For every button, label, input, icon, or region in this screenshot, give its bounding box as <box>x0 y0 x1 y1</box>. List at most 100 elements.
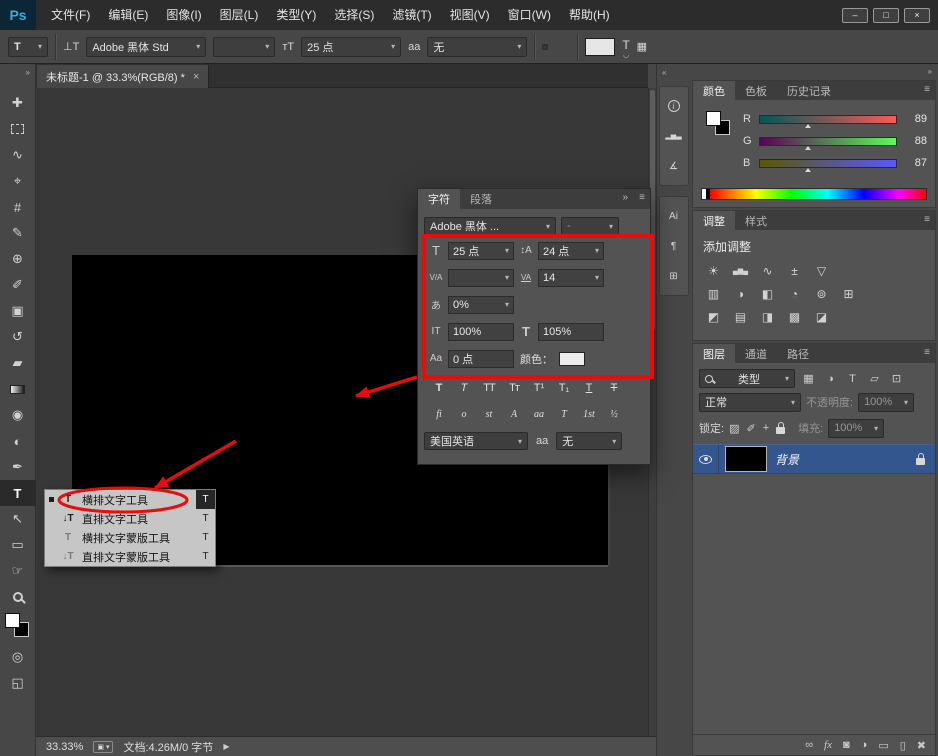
selective-color-button[interactable]: ◪ <box>813 308 830 325</box>
rectangular-marquee-tool[interactable] <box>0 116 36 142</box>
photo-filter-button[interactable]: ◔ <box>786 285 803 302</box>
spot-healing-brush-tool[interactable]: ⊕ <box>0 246 36 272</box>
panel-menu-icon[interactable]: ≡ <box>924 214 930 225</box>
ordinals-button[interactable]: 1st <box>577 404 601 424</box>
menu-item-horizontal-type-mask[interactable]: T 横排文字蒙版工具 T <box>45 528 215 547</box>
align-right-button[interactable] <box>564 44 570 50</box>
language-select[interactable]: 美国英语 ▾ <box>424 432 528 450</box>
red-slider[interactable] <box>759 115 897 124</box>
minimize-button[interactable]: – <box>842 8 868 23</box>
measurement-log-panel-button[interactable]: ∡ <box>669 151 678 181</box>
menu-filter[interactable]: 滤镜(T) <box>383 0 440 30</box>
layer-thumbnail[interactable] <box>725 446 767 472</box>
anti-alias-select[interactable]: 无 ▾ <box>427 37 527 57</box>
close-tab-icon[interactable]: × <box>193 71 199 83</box>
crop-tool[interactable]: # <box>0 194 36 220</box>
layer-name[interactable]: 背景 <box>775 451 799 468</box>
new-adjustment-layer-button[interactable]: ◑ <box>861 739 868 751</box>
histogram-panel-button[interactable]: ▂▅▃ <box>665 121 681 151</box>
layer-visibility-toggle[interactable] <box>693 445 719 473</box>
warp-text-icon[interactable]: T <box>622 38 629 56</box>
font-style-select[interactable]: ▾ <box>213 37 275 57</box>
tab-layers[interactable]: 图层 <box>693 344 735 363</box>
blend-mode-select[interactable]: 正常 ▾ <box>699 393 801 412</box>
rectangle-tool[interactable]: ▭ <box>0 532 36 558</box>
lock-pixels-button[interactable]: ✐ <box>746 422 755 435</box>
hand-tool[interactable]: ☞ <box>0 558 36 584</box>
menu-window[interactable]: 窗口(W) <box>499 0 560 30</box>
contextual-alternates-button[interactable]: o <box>452 404 476 424</box>
dock-collapse-chevron[interactable]: » <box>928 67 932 76</box>
titling-alternates-button[interactable]: T <box>552 404 576 424</box>
menu-layer[interactable]: 图层(L) <box>211 0 268 30</box>
tab-history[interactable]: 历史记录 <box>777 81 841 100</box>
paragraph-styles-panel-button[interactable]: ¶ <box>671 231 676 261</box>
toggle-panels-icon[interactable]: ▦ <box>637 40 647 53</box>
ligatures-button[interactable]: fi <box>427 404 451 424</box>
tab-paths[interactable]: 路径 <box>777 344 819 363</box>
green-value[interactable]: 88 <box>903 135 927 147</box>
stylistic-alternates-button[interactable]: aa <box>527 404 551 424</box>
tab-channels[interactable]: 通道 <box>735 344 777 363</box>
history-brush-tool[interactable]: ↺ <box>0 324 36 350</box>
screen-mode-button[interactable]: ◱ <box>0 670 36 696</box>
clone-source-panel-button[interactable]: ⊞ <box>669 261 677 291</box>
menu-help[interactable]: 帮助(H) <box>560 0 619 30</box>
leading-field[interactable]: 24 点 ▾ <box>538 242 604 260</box>
delete-layer-button[interactable]: ✖ <box>917 739 926 752</box>
discretionary-ligatures-button[interactable]: st <box>477 404 501 424</box>
menu-item-vertical-type[interactable]: ↓T 直排文字工具 T <box>45 509 215 528</box>
panel-menu-icon[interactable]: ≡ <box>924 84 930 95</box>
path-selection-tool[interactable]: ↖ <box>0 506 36 532</box>
brush-tool[interactable]: ✐ <box>0 272 36 298</box>
blue-slider-thumb[interactable] <box>805 168 811 172</box>
levels-button[interactable]: ▄▆▄ <box>732 262 749 279</box>
filter-type-layers-button[interactable]: T <box>844 370 861 387</box>
faux-bold-button[interactable]: T <box>427 378 451 398</box>
curves-button[interactable]: ∿ <box>759 262 776 279</box>
opacity-select[interactable]: 100% ▾ <box>858 393 914 412</box>
close-button[interactable]: × <box>904 8 930 23</box>
char-font-size-field[interactable]: 25 点 ▾ <box>448 242 514 260</box>
tab-adjustments[interactable]: 调整 <box>693 211 735 230</box>
text-color-swatch[interactable] <box>585 38 615 56</box>
superscript-button[interactable]: T¹ <box>527 378 551 398</box>
dodge-tool[interactable]: ◐ <box>0 428 36 454</box>
lock-all-button[interactable] <box>776 427 785 434</box>
tab-styles[interactable]: 样式 <box>735 211 777 230</box>
filter-pixel-layers-button[interactable]: ▦ <box>800 370 817 387</box>
lock-transparency-button[interactable]: ▨ <box>729 422 739 435</box>
filter-smart-object-button[interactable]: ⊡ <box>888 370 905 387</box>
tracking-field[interactable]: 14 ▾ <box>538 269 604 287</box>
tab-swatches[interactable]: 色板 <box>735 81 777 100</box>
new-layer-button[interactable]: ▯ <box>900 739 906 752</box>
invert-button[interactable]: ◩ <box>705 308 722 325</box>
char-font-style-select[interactable]: - ▾ <box>561 217 619 235</box>
posterize-button[interactable]: ▤ <box>732 308 749 325</box>
threshold-button[interactable]: ◨ <box>759 308 776 325</box>
kerning-field[interactable]: ▾ <box>448 269 514 287</box>
zoom-level[interactable]: 33.33% <box>46 741 83 753</box>
panel-menu-icon[interactable]: ≡ <box>924 347 930 358</box>
maximize-button[interactable]: □ <box>873 8 899 23</box>
all-caps-button[interactable]: TT <box>477 378 501 398</box>
fill-select[interactable]: 100% ▾ <box>828 419 884 438</box>
menu-select[interactable]: 选择(S) <box>325 0 383 30</box>
align-center-button[interactable] <box>553 44 559 50</box>
vibrance-button[interactable]: ▽ <box>813 262 830 279</box>
char-anti-alias-select[interactable]: 无 ▾ <box>556 432 622 450</box>
color-wells[interactable] <box>0 610 36 644</box>
foreground-color-swatch[interactable] <box>706 111 721 126</box>
filter-adjustment-layers-button[interactable]: ◑ <box>822 370 839 387</box>
color-balance-button[interactable]: ◑ <box>732 285 749 302</box>
menu-edit[interactable]: 编辑(E) <box>99 0 157 30</box>
faux-italic-button[interactable]: T <box>452 378 476 398</box>
menu-image[interactable]: 图像(I) <box>157 0 210 30</box>
background-layer-row[interactable]: 背景 <box>693 444 935 474</box>
layer-style-button[interactable]: fx <box>824 739 832 751</box>
link-layers-button[interactable]: ∞ <box>805 739 813 751</box>
character-styles-panel-button[interactable]: Ai <box>669 201 678 231</box>
panel-collapse-chevron[interactable]: » <box>622 192 628 203</box>
add-layer-mask-button[interactable]: ◙ <box>843 739 850 751</box>
quick-selection-tool[interactable]: ⌖ <box>0 168 36 194</box>
